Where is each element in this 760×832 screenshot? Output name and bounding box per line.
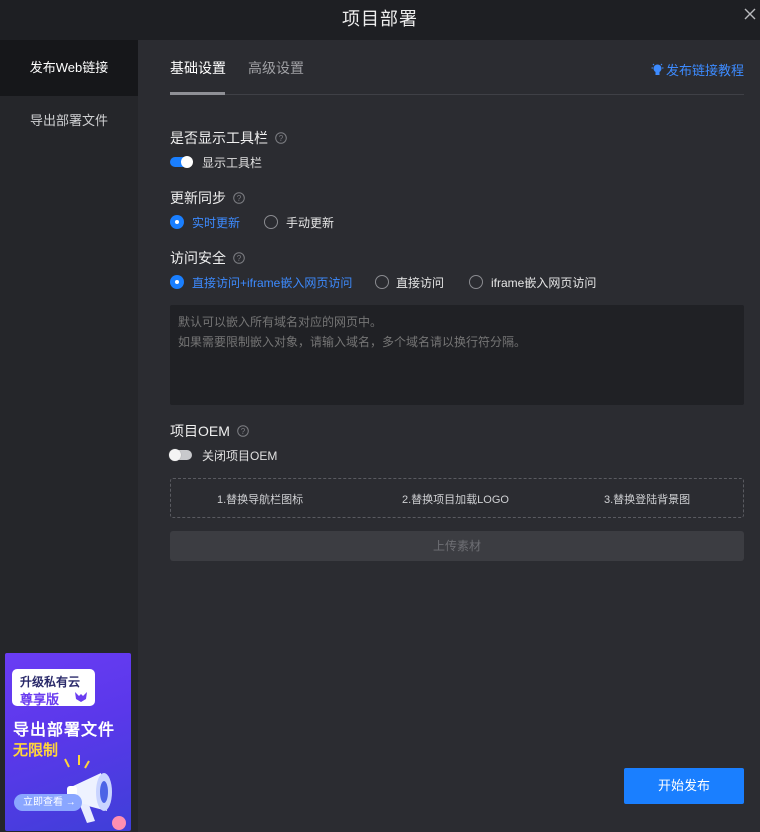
allowed-domains-input[interactable] bbox=[170, 305, 744, 405]
radio-iframe-embed[interactable] bbox=[469, 275, 483, 289]
svg-text:?: ? bbox=[241, 427, 246, 436]
oem-step-nav-icon: 1.替换导航栏图标 bbox=[217, 494, 304, 506]
security-section-label: 访问安全 ? bbox=[170, 248, 245, 268]
tab-advanced-settings[interactable]: 高级设置 bbox=[248, 58, 304, 78]
lightbulb-icon bbox=[651, 63, 664, 75]
svg-text:?: ? bbox=[237, 254, 242, 263]
dialog-title: 项目部署 bbox=[342, 9, 418, 29]
title-bar: 项目部署 bbox=[0, 0, 760, 40]
radio-iframe-embed-label[interactable]: iframe嵌入网页访问 bbox=[491, 274, 596, 291]
oem-step-login-background: 3.替换登陆背景图 bbox=[604, 494, 691, 506]
upload-assets-button[interactable]: 上传素材 bbox=[170, 531, 744, 561]
oem-label-text: 项目OEM bbox=[170, 423, 230, 439]
main-panel: 基础设置 高级设置 发布链接教程 是否显示工具栏 ? 显示工具栏 更新同步 ? bbox=[138, 40, 760, 832]
promo-subtitle: 尊享版 bbox=[20, 692, 60, 707]
publish-tutorial-link[interactable]: 发布链接教程 bbox=[651, 60, 744, 79]
upgrade-promo-banner[interactable]: 升级私有云 尊享版 导出部署文件 无限制 立即查看 → bbox=[5, 653, 131, 831]
svg-text:?: ? bbox=[237, 194, 242, 203]
toolbar-toggle-switch[interactable] bbox=[170, 156, 193, 168]
start-publish-button[interactable]: 开始发布 bbox=[624, 768, 744, 804]
switch-knob bbox=[181, 156, 193, 168]
promo-view-now-button[interactable]: 立即查看 → bbox=[14, 794, 82, 811]
tab-basic-settings[interactable]: 基础设置 bbox=[170, 58, 226, 78]
toolbar-toggle-label: 显示工具栏 bbox=[202, 156, 263, 170]
oem-replace-steps: 1.替换导航栏图标 2.替换项目加载LOGO 3.替换登陆背景图 bbox=[170, 478, 744, 518]
help-icon[interactable]: ? bbox=[233, 252, 245, 264]
oem-toggle-switch[interactable] bbox=[169, 449, 192, 461]
promo-highlight: 无限制 bbox=[13, 742, 59, 759]
sync-label-text: 更新同步 bbox=[170, 190, 226, 206]
sidebar: 发布Web链接 导出部署文件 升级私有云 尊享版 导出部署文件 无限制 立即查看… bbox=[0, 40, 138, 832]
promo-title: 升级私有云 bbox=[20, 675, 81, 689]
promo-headline: 导出部署文件 bbox=[13, 722, 116, 739]
sync-section-label: 更新同步 ? bbox=[170, 188, 245, 208]
fox-logo-icon bbox=[75, 692, 87, 702]
help-icon[interactable]: ? bbox=[233, 192, 245, 204]
promo-card: 升级私有云 尊享版 bbox=[12, 669, 95, 707]
radio-manual-update-label[interactable]: 手动更新 bbox=[286, 214, 334, 231]
radio-realtime-update-label[interactable]: 实时更新 bbox=[192, 214, 240, 231]
help-icon[interactable]: ? bbox=[237, 425, 249, 437]
oem-toggle-label: 关闭项目OEM bbox=[202, 449, 278, 463]
radio-direct-and-iframe-label[interactable]: 直接访问+iframe嵌入网页访问 bbox=[192, 274, 352, 291]
toolbar-label-text: 是否显示工具栏 bbox=[170, 130, 268, 146]
radio-realtime-update[interactable] bbox=[170, 215, 184, 229]
radio-direct-access[interactable] bbox=[375, 275, 389, 289]
radio-direct-access-label[interactable]: 直接访问 bbox=[396, 274, 444, 291]
oem-section-label: 项目OEM ? bbox=[170, 421, 249, 441]
switch-knob bbox=[169, 449, 181, 461]
help-icon[interactable]: ? bbox=[275, 132, 287, 144]
security-label-text: 访问安全 bbox=[170, 250, 226, 266]
oem-step-loading-logo: 2.替换项目加载LOGO bbox=[402, 494, 509, 506]
megaphone-icon bbox=[64, 755, 126, 830]
settings-tabs: 基础设置 高级设置 发布链接教程 bbox=[170, 40, 744, 95]
radio-manual-update[interactable] bbox=[264, 215, 278, 229]
radio-direct-and-iframe[interactable] bbox=[170, 275, 184, 289]
svg-text:?: ? bbox=[279, 134, 284, 143]
active-tab-indicator bbox=[170, 92, 225, 95]
close-icon[interactable] bbox=[742, 6, 758, 22]
sidebar-item-export-deploy-files[interactable]: 导出部署文件 bbox=[0, 93, 138, 149]
tutorial-link-label: 发布链接教程 bbox=[665, 63, 744, 78]
toolbar-section-label: 是否显示工具栏 ? bbox=[170, 128, 287, 148]
sidebar-item-publish-web-link[interactable]: 发布Web链接 bbox=[0, 40, 138, 96]
